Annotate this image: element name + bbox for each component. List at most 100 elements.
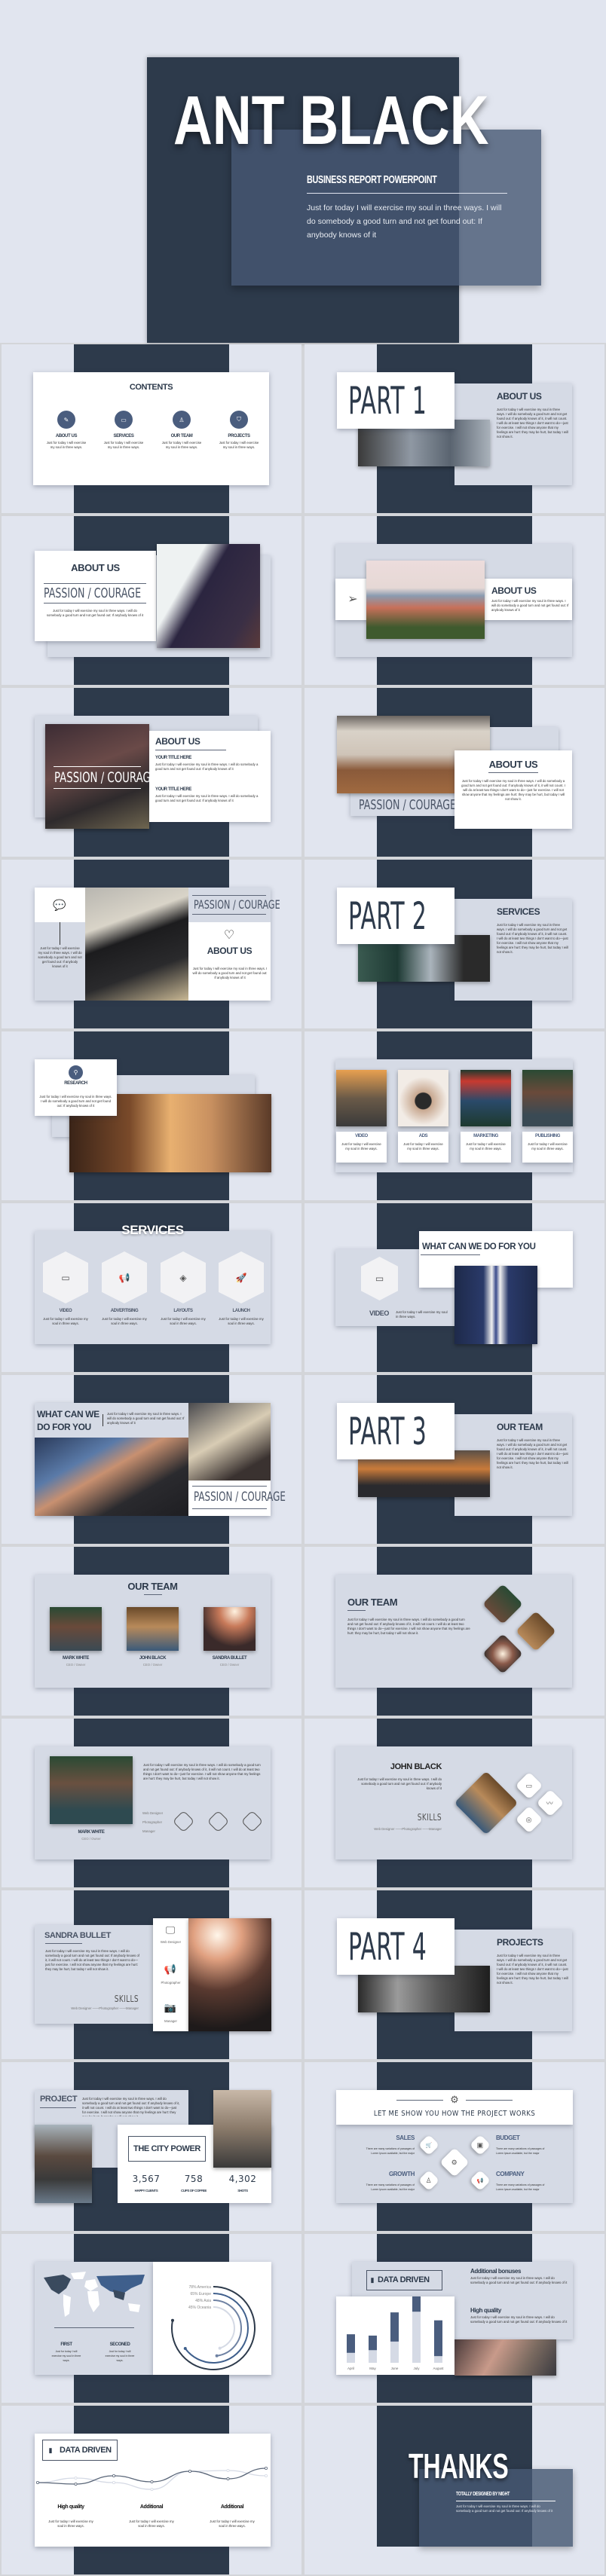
- notebook-photo: [188, 1403, 271, 1481]
- passion-label: PASSION / COURAGE: [44, 585, 142, 601]
- monitor-icon: 🖵: [165, 1924, 176, 1936]
- bar-segment: [369, 2335, 377, 2351]
- slide-part-1: PART 1 ABOUT US Just for today I will ex…: [305, 344, 604, 513]
- line-point: [264, 2474, 268, 2477]
- line-point: [74, 2482, 78, 2486]
- body-text: Just for today I will exercise my soul i…: [82, 2097, 180, 2116]
- slide-heading: DO FOR YOU: [37, 1422, 91, 1432]
- line-point: [74, 2476, 78, 2480]
- slide-about-2: ➢ ABOUT US Just for today I will exercis…: [305, 516, 604, 685]
- body-text: There are many variations of passages of…: [496, 2147, 545, 2155]
- radial-chart: 78% America 65% Europe 48% Asia 45% Oceania: [170, 2285, 256, 2370]
- part-label: PART 2: [348, 894, 427, 938]
- slide-data-driven: DATA DRIVEN ▮ Additional bonuses Just fo…: [305, 2234, 604, 2403]
- body-text: Just for today I will exercise my soul i…: [528, 1142, 568, 1150]
- slide-services: SERVICES ▭ 📢 ◈ 🚀 VIDEO ADVERTISING LAYOU…: [2, 1203, 301, 1372]
- slide-heading: WHAT CAN WE DO FOR YOU: [422, 1242, 536, 1251]
- service-label: LAYOUTS: [173, 1309, 193, 1313]
- bar-chart-icon: ▮: [370, 2275, 375, 2284]
- world-map: [44, 2272, 145, 2317]
- thanks-subtitle: TOTALLY DESIGNED BY NIGHT: [456, 2492, 510, 2497]
- laptop-icon: ▭: [115, 411, 133, 429]
- body-text: Just for today I will exercise my soul i…: [143, 1763, 261, 1780]
- service-label: VIDEO: [59, 1309, 72, 1313]
- slide-service-cards: VIDEO ADS MARKETING PUBLISHING Just for …: [305, 1031, 604, 1200]
- works-label: GROWTH: [388, 2171, 415, 2177]
- member-photo: [127, 1607, 179, 1651]
- passion-label: PASSION / COURAGE: [54, 769, 158, 786]
- stat-value: 4,302: [228, 2174, 257, 2184]
- body-text: Just for today I will exercise my soul i…: [105, 2350, 135, 2362]
- slide-research: ⚲ RESEARCH Just for today I will exercis…: [2, 1031, 301, 1200]
- member-role: CEO / Owner: [66, 1663, 86, 1667]
- body-text: Just for today I will exercise my soul i…: [219, 1317, 264, 1325]
- map-label: FIRST: [60, 2342, 72, 2347]
- body-text: Just for today I will exercise my soul i…: [129, 2519, 174, 2528]
- subheading: YOUR TITLE HERE: [155, 787, 192, 792]
- stat-label: CUPS OF COFFEE: [181, 2189, 207, 2193]
- passion-label: PASSION / COURAGE: [194, 897, 280, 912]
- body-text: Just for today I will exercise my soul i…: [39, 1095, 112, 1108]
- bar-segment: [390, 2312, 399, 2342]
- radial-arc: [171, 2286, 256, 2370]
- works-label: COMPANY: [496, 2171, 525, 2177]
- radial-label: 48% Asia: [195, 2299, 211, 2303]
- slide-part-3: PART 3 OUR TEAM Just for today I will ex…: [305, 1375, 604, 1544]
- stat-value: 758: [184, 2174, 204, 2184]
- search-icon: ⚲: [69, 1065, 83, 1080]
- member-role: CEO / Owner: [81, 1837, 101, 1841]
- bar-category-label: August: [433, 2367, 444, 2370]
- member-photo: [50, 1756, 133, 1824]
- contents-item-label: OUR TEAM: [170, 434, 193, 439]
- skills-line: Web Designer ——Photographer ——Manager: [71, 2006, 139, 2010]
- camera-icon: 📷: [164, 2002, 177, 2013]
- bar-segment: [434, 2356, 442, 2363]
- radial-arc: [184, 2293, 249, 2364]
- suit-tie-photo: [454, 1266, 537, 1344]
- skill-label: Photographer: [142, 1820, 163, 1824]
- body-text: Just for today I will exercise my soul i…: [155, 762, 259, 771]
- body-text: Just for today I will exercise my soul i…: [161, 1317, 206, 1325]
- slide-world-map: FIRST SECONED Just for today I will exer…: [2, 2234, 301, 2403]
- skill-label: Photographer: [161, 1981, 181, 1985]
- radial-arc-end: [170, 2318, 174, 2322]
- part-label: PART 1: [348, 379, 427, 423]
- body-text: Just for today I will exercise my soul i…: [210, 2519, 255, 2528]
- body-text: There are many variations of passages of…: [366, 2147, 415, 2155]
- paper-plane-icon: ➢: [347, 593, 358, 606]
- body-text: Just for today I will exercise my soul i…: [103, 441, 144, 449]
- line-point: [112, 2480, 116, 2484]
- body-text: Just for today I will exercise my soul i…: [403, 1142, 443, 1150]
- bar-segment: [390, 2341, 399, 2363]
- member-name: SANDRA BULLET: [44, 1931, 111, 1940]
- cover-subtitle: BUSINESS REPORT POWERPOINT: [307, 173, 437, 186]
- service-label: VIDEO: [369, 1309, 390, 1317]
- member-name: SANDRA BULLET: [212, 1656, 247, 1661]
- slide-our-team-2: OUR TEAM Just for today I will exercise …: [305, 1547, 604, 1716]
- body-text: Just for today I will exercise my soul i…: [456, 2504, 553, 2513]
- skills-line: Web Designer ——Photographer ——Manager: [374, 1827, 442, 1831]
- member-name: MARK WHITE: [78, 1830, 105, 1835]
- radial-label: 45% Oceania: [188, 2306, 211, 2310]
- bar-category-label: April: [347, 2367, 354, 2370]
- slide-part-2: PART 2 SERVICES Just for today I will ex…: [305, 860, 604, 1028]
- slide-contents: CONTENTS ✎ ▭ ♙ ⛉ ABOUT US SERVICES OUR T…: [2, 344, 301, 513]
- hand-photo: [454, 2339, 556, 2376]
- service-label: PUBLISHING: [534, 1134, 560, 1138]
- body-text: There are many variations of passages of…: [496, 2183, 545, 2191]
- cover-slide: ANT BLACK BUSINESS REPORT POWERPOINT Jus…: [0, 0, 606, 343]
- team-icon: ♙: [173, 411, 191, 429]
- shirt-icon: ⛉: [230, 411, 248, 429]
- bar-category-label: May: [369, 2367, 376, 2370]
- stat-label: HAPPY CLIENTS: [134, 2189, 158, 2193]
- slide-member-john: JOHN BLACK Just for today I will exercis…: [305, 1719, 604, 1887]
- service-photo: [336, 1070, 387, 1126]
- slide-heading: ABOUT US: [488, 759, 538, 770]
- writing-photo: [35, 1438, 188, 1516]
- service-photo: [398, 1070, 448, 1126]
- bridge-photo: [35, 2125, 92, 2203]
- stat-value: 3,567: [132, 2174, 161, 2184]
- skill-label: Manager: [164, 2019, 177, 2023]
- line-point: [150, 2488, 154, 2492]
- skills-heading: SKILLS: [417, 1812, 442, 1823]
